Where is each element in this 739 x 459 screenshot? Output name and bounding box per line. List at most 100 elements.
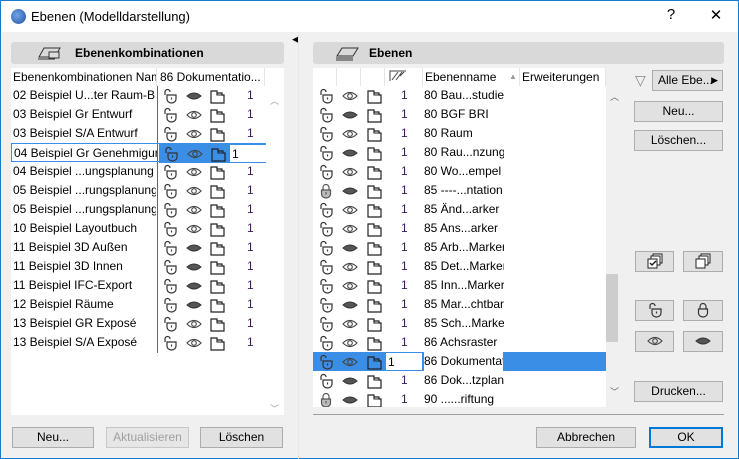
layer-icon[interactable]	[209, 221, 225, 237]
layer-combinations-list[interactable]: Ebenenkombinationen Name 86 Dokumentatio…	[11, 68, 284, 415]
eye-hidden-icon[interactable]	[342, 107, 358, 123]
list-item[interactable]: 86 Dok...tzplan 1	[313, 371, 606, 390]
list-item[interactable]: 86 Dokumentat 1	[313, 352, 606, 371]
layer-icon[interactable]	[366, 335, 382, 351]
eye-icon[interactable]	[342, 354, 358, 370]
eye-icon[interactable]	[342, 88, 358, 104]
scroll-up-icon[interactable]: ︿	[266, 94, 283, 107]
list-item[interactable]: 04 Beispiel ...ungsplanung 1	[11, 162, 284, 181]
list-item[interactable]: 90 ......riftung 1	[313, 390, 606, 407]
scroll-up-icon[interactable]: ︿	[606, 90, 623, 103]
unlock-icon[interactable]	[318, 88, 334, 104]
list-item[interactable]: 86 Achsraster 1	[313, 333, 606, 352]
eye-icon[interactable]	[186, 183, 202, 199]
list-item[interactable]: 11 Beispiel 3D Außen 1	[11, 238, 284, 257]
column-header-intersection[interactable]	[385, 68, 423, 86]
layer-icon[interactable]	[366, 392, 382, 407]
eye-hidden-icon[interactable]	[342, 145, 358, 161]
unlock-icon[interactable]	[318, 164, 334, 180]
layer-icon[interactable]	[366, 240, 382, 256]
unlock-icon[interactable]	[318, 373, 334, 389]
eye-icon[interactable]	[342, 164, 358, 180]
unlock-icon[interactable]	[318, 278, 334, 294]
list-item[interactable]: 80 BGF BRI 1	[313, 105, 606, 124]
row-number[interactable]: 1	[229, 144, 267, 163]
print-button[interactable]: Drucken...	[634, 381, 723, 402]
list-item[interactable]: 80 Bau...studie 1	[313, 86, 606, 105]
unlock-icon[interactable]	[162, 335, 178, 351]
column-header-name[interactable]: Ebenenkombinationen Name	[11, 68, 157, 86]
layer-icon[interactable]	[366, 88, 382, 104]
eye-icon[interactable]	[342, 316, 358, 332]
layer-icon[interactable]	[209, 164, 225, 180]
eye-icon[interactable]	[342, 278, 358, 294]
layer-icon[interactable]	[209, 259, 225, 275]
deselect-layers-button[interactable]	[683, 251, 723, 272]
close-button[interactable]: ✕	[701, 6, 731, 24]
eye-hidden-icon[interactable]	[342, 392, 358, 407]
layer-icon[interactable]	[366, 145, 382, 161]
eye-icon[interactable]	[186, 221, 202, 237]
list-item[interactable]: 13 Beispiel GR Exposé 1	[11, 314, 284, 333]
column-header-lock[interactable]	[313, 68, 337, 86]
new-layer-button[interactable]: Neu...	[634, 101, 723, 122]
list-item[interactable]: 04 Beispiel Gr Genehmigung 1	[11, 143, 284, 163]
unlock-icon[interactable]	[318, 354, 334, 370]
eye-icon[interactable]	[342, 202, 358, 218]
column-header-layout[interactable]	[361, 68, 385, 86]
eye-hidden-icon[interactable]	[186, 88, 202, 104]
layer-icon[interactable]	[209, 316, 225, 332]
eye-hidden-icon[interactable]	[186, 278, 202, 294]
unlock-icon[interactable]	[162, 221, 178, 237]
layer-filter-dropdown[interactable]: Alle Ebe... ▶	[652, 70, 723, 91]
eye-icon[interactable]	[342, 126, 358, 142]
list-item[interactable]: 85 Sch...Marker 1	[313, 314, 606, 333]
column-header-layer[interactable]: 86 Dokumentatio...	[158, 68, 265, 86]
list-item[interactable]: 11 Beispiel 3D Innen 1	[11, 257, 284, 276]
unlock-icon[interactable]	[318, 221, 334, 237]
eye-icon[interactable]	[342, 335, 358, 351]
layer-icon[interactable]	[209, 107, 225, 123]
eye-icon[interactable]	[186, 164, 202, 180]
eye-hidden-icon[interactable]	[342, 183, 358, 199]
new-combination-button[interactable]: Neu...	[12, 427, 94, 448]
list-item[interactable]: 80 Raum 1	[313, 124, 606, 143]
unlock-icon[interactable]	[162, 183, 178, 199]
layers-list[interactable]: Ebenenname ▲ Erweiterungen 80 Bau...studi…	[313, 68, 606, 407]
layer-icon[interactable]	[366, 316, 382, 332]
layers-scrollbar[interactable]: ︿ ﹀	[606, 87, 623, 407]
layer-icon[interactable]	[366, 164, 382, 180]
lock-icon[interactable]	[318, 392, 334, 407]
layer-icon[interactable]	[366, 297, 382, 313]
eye-hidden-icon[interactable]	[342, 297, 358, 313]
list-item[interactable]: 02 Beispiel U...ter Raum-BRI 1	[11, 86, 284, 105]
lock-icon[interactable]	[318, 183, 334, 199]
column-header-extensions[interactable]: Erweiterungen	[520, 68, 606, 86]
unlock-icon[interactable]	[162, 164, 178, 180]
unlock-icon[interactable]	[318, 335, 334, 351]
layer-icon[interactable]	[366, 259, 382, 275]
list-item[interactable]: 85 Ans...arker 1	[313, 219, 606, 238]
column-header-layer-name[interactable]: Ebenenname ▲	[423, 68, 520, 86]
eye-icon[interactable]	[342, 221, 358, 237]
list-item[interactable]: 85 Inn...Marker 1	[313, 276, 606, 295]
unlock-icon[interactable]	[162, 202, 178, 218]
update-combination-button[interactable]: Aktualisieren	[106, 427, 189, 448]
layer-icon[interactable]	[209, 88, 225, 104]
layer-icon[interactable]	[366, 202, 382, 218]
eye-icon[interactable]	[186, 107, 202, 123]
layer-icon[interactable]	[209, 202, 225, 218]
list-item[interactable]: 03 Beispiel Gr Entwurf 1	[11, 105, 284, 124]
list-item[interactable]: 85 Det...Marker 1	[313, 257, 606, 276]
delete-layer-button[interactable]: Löschen...	[634, 130, 723, 151]
show-layers-button[interactable]	[635, 331, 674, 352]
eye-hidden-icon[interactable]	[342, 373, 358, 389]
unlock-icon[interactable]	[162, 107, 178, 123]
eye-hidden-icon[interactable]	[186, 240, 202, 256]
layer-icon[interactable]	[366, 278, 382, 294]
unlock-icon[interactable]	[162, 88, 178, 104]
column-header-visibility[interactable]	[337, 68, 361, 86]
layer-icon[interactable]	[366, 107, 382, 123]
list-item[interactable]: 05 Beispiel ...rungsplanung 1	[11, 181, 284, 200]
unlock-icon[interactable]	[318, 145, 334, 161]
